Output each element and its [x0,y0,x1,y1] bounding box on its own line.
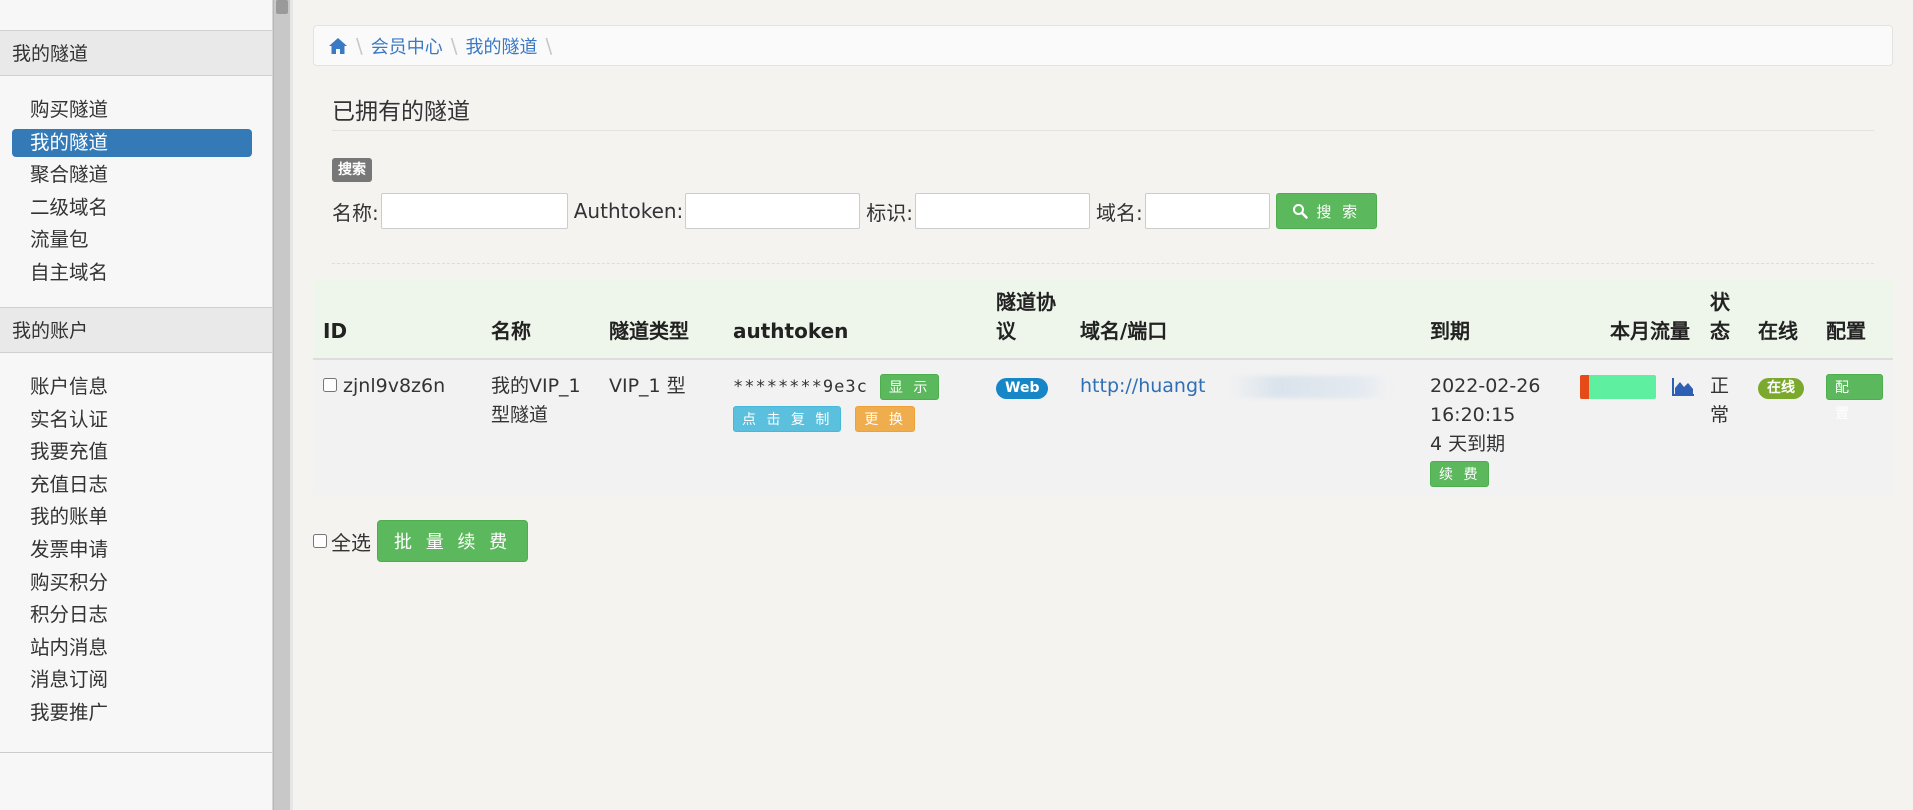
cell-domain: http://huangt [1070,359,1420,495]
cell-status: 正常 [1710,375,1730,426]
breadcrumb-separator: \ [545,33,553,58]
tunnel-id: zjnl9v8z6n [343,375,446,397]
column-header-domain: 域名/端口 [1070,280,1420,360]
copy-token-button[interactable]: 点 击 复 制 [733,405,842,432]
sidebar-header-tunnels[interactable]: 我的隧道 [0,30,272,76]
sidebar-item-real-name[interactable]: 实名认证 [12,406,252,434]
authtoken-search-input[interactable] [685,193,861,229]
sidebar-item-custom-domain[interactable]: 自主域名 [12,259,252,287]
sidebar-group-tunnels: 我的隧道 购买隧道 我的隧道 聚合隧道 二级域名 流量包 自主域名 [0,30,272,313]
show-token-button[interactable]: 显 示 [879,373,940,400]
domain-label: 域名: [1096,200,1143,225]
search-button[interactable]: 搜 索 [1275,193,1377,229]
column-header-config: 配置 [1816,280,1893,360]
name-search-input[interactable] [380,193,568,229]
cell-name: 我的VIP_1型隧道 [491,375,581,426]
sidebar-item-my-tunnels[interactable]: 我的隧道 [12,128,252,157]
domain-text: http://huangt [1080,375,1206,397]
row-select-checkbox[interactable] [323,378,337,392]
redacted-mask [1230,376,1390,398]
column-header-authtoken: authtoken [723,280,986,360]
home-icon[interactable] [328,36,348,56]
column-header-protocol: 隧道协议 [986,280,1070,360]
sidebar-item-promote[interactable]: 我要推广 [12,699,252,727]
cell-online: 在线 [1748,359,1816,495]
sidebar-item-account-info[interactable]: 账户信息 [12,373,252,401]
search-badge: 搜索 [332,158,372,182]
cell-traffic [1570,359,1700,495]
scrollbar-thumb[interactable] [276,0,288,14]
domain-link[interactable]: http://huangt [1080,372,1410,401]
sidebar-item-subdomain[interactable]: 二级域名 [12,194,252,222]
tunnel-table: ID 名称 隧道类型 authtoken 隧道协议 域名/端口 到期 本月流量 … [313,280,1893,495]
area-chart-icon[interactable] [1672,377,1695,396]
search-button-label: 搜 索 [1316,202,1361,221]
column-header-id: ID [313,280,481,360]
sidebar-list-tunnels: 购买隧道 我的隧道 聚合隧道 二级域名 流量包 自主域名 [0,76,272,312]
config-button[interactable]: 配 置 [1826,373,1883,422]
cell-protocol: Web [986,359,1070,495]
expire-remaining: 4 天到期 [1430,433,1506,455]
expire-date: 2022-02-26 [1430,375,1541,397]
traffic-used-fill [1580,374,1590,399]
bulk-actions: 全选 批 量 续 费 [313,520,529,562]
breadcrumb-separator: \ [356,33,363,58]
tag-search-input[interactable] [915,193,1091,229]
online-badge: 在线 [1758,378,1805,399]
change-token-button[interactable]: 更 换 [855,405,915,432]
table-header-row: ID 名称 隧道类型 authtoken 隧道协议 域名/端口 到期 本月流量 … [313,280,1893,360]
section-divider [332,263,1874,264]
protocol-badge: Web [996,378,1049,399]
sidebar: 我的隧道 购买隧道 我的隧道 聚合隧道 二级域名 流量包 自主域名 我的账户 账… [0,0,273,810]
sidebar-item-buy-tunnel[interactable]: 购买隧道 [12,96,252,124]
batch-renew-button[interactable]: 批 量 续 费 [377,520,529,562]
column-header-expire: 到期 [1420,280,1570,360]
cell-config: 配 置 [1816,359,1893,495]
column-header-name: 名称 [481,280,599,360]
main-content: \ 会员中心 \ 我的隧道 \ 已拥有的隧道 搜索 名称: Authtoken:… [293,0,1913,810]
sidebar-list-account: 账户信息 实名认证 我要充值 充值日志 我的账单 发票申请 购买积分 积分日志 … [0,353,272,752]
sidebar-item-traffic-pack[interactable]: 流量包 [12,226,252,254]
cell-authtoken: ********9e3c 显 示 点 击 复 制 更 换 [723,359,986,495]
sidebar-item-bills[interactable]: 我的账单 [12,503,252,531]
sidebar-item-points-log[interactable]: 积分日志 [12,601,252,629]
sidebar-item-messages[interactable]: 站内消息 [12,634,252,662]
search-form: 名称: Authtoken: 标识: 域名: 搜 索 [332,192,1377,230]
page-title: 已拥有的隧道 [332,99,470,125]
breadcrumb: \ 会员中心 \ 我的隧道 \ [313,25,1893,66]
cell-type: VIP_1 型 [609,375,686,397]
breadcrumb-my-tunnels[interactable]: 我的隧道 [466,33,538,59]
sidebar-item-recharge-log[interactable]: 充值日志 [12,471,252,499]
column-header-type: 隧道类型 [599,280,723,360]
breadcrumb-member-center[interactable]: 会员中心 [371,33,443,59]
authtoken-value: ********9e3c [733,377,868,397]
sidebar-group-account: 我的账户 账户信息 实名认证 我要充值 充值日志 我的账单 发票申请 购买积分 … [0,307,272,753]
sidebar-item-buy-points[interactable]: 购买积分 [12,569,252,597]
name-label: 名称: [332,200,379,225]
cell-expire: 2022-02-26 16:20:15 4 天到期 续 费 [1420,359,1570,495]
sidebar-item-recharge[interactable]: 我要充值 [12,438,252,466]
renew-button[interactable]: 续 费 [1430,460,1490,487]
sidebar-item-aggregate-tunnel[interactable]: 聚合隧道 [12,161,252,189]
search-icon [1293,204,1309,219]
select-all-checkbox[interactable] [313,534,327,548]
select-all-label[interactable]: 全选 [331,527,371,556]
column-header-status: 状态 [1700,280,1749,360]
traffic-bar [1580,374,1656,399]
sidebar-header-account[interactable]: 我的账户 [0,307,272,353]
sidebar-item-invoice[interactable]: 发票申请 [12,536,252,564]
table-row: zjnl9v8z6n 我的VIP_1型隧道 VIP_1 型 ********9e… [313,359,1893,495]
authtoken-label: Authtoken: [573,199,684,223]
breadcrumb-separator: \ [450,33,458,58]
title-divider [332,130,1874,131]
expire-time: 16:20:15 [1430,404,1516,426]
sidebar-item-subscriptions[interactable]: 消息订阅 [12,666,252,694]
column-header-traffic: 本月流量 [1570,280,1701,360]
tag-label: 标识: [866,200,914,225]
column-header-online: 在线 [1748,280,1817,360]
domain-search-input[interactable] [1144,193,1270,229]
cell-id: zjnl9v8z6n [313,359,481,495]
sidebar-scrollbar[interactable] [273,0,290,810]
